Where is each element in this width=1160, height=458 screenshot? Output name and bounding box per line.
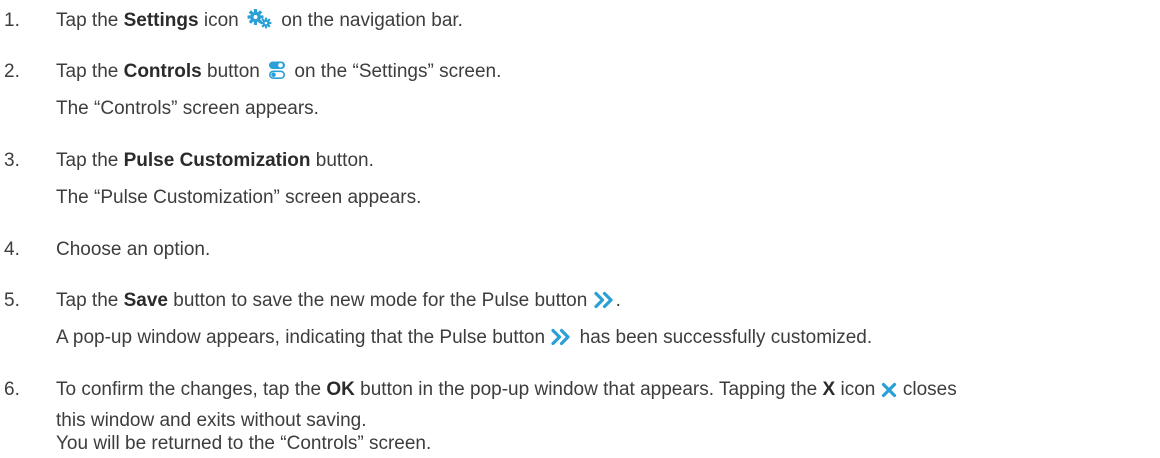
pulse-double-chevron-icon [550, 328, 572, 346]
step-number: 2. [4, 61, 20, 82]
controls-toggle-icon [268, 60, 286, 80]
ui-term-x: X [822, 379, 836, 400]
step-text: has been successfully customized. [574, 327, 873, 348]
step-text: on the navigation bar. [275, 10, 463, 31]
ui-term-controls: Controls [123, 61, 202, 82]
step-text: Tap the [56, 290, 124, 311]
step-line: Choose an option. [56, 239, 211, 260]
step-line: Tap the Save button to save the new mode… [56, 289, 621, 313]
step-number: 1. [4, 10, 20, 31]
step-line: Tap the Pulse Customization button. [56, 149, 374, 173]
step-line: The “Controls” screen appears. [56, 98, 319, 119]
step-text: button in the pop-up window that appears… [354, 379, 823, 400]
step-line: Tap the Settings icon on the navigation … [56, 9, 463, 33]
step-text: button [201, 61, 266, 82]
step-number: 4. [4, 239, 20, 260]
close-x-icon [881, 382, 897, 398]
step-line: The “Pulse Customization” screen appears… [56, 187, 422, 208]
step-text: Tap the [56, 10, 124, 31]
step-text: button. [310, 150, 374, 171]
step-text: icon [835, 379, 881, 400]
step-line: Tap the Controls button on the “Settings… [56, 60, 501, 84]
ui-term-pulse-customization: Pulse Customization [123, 150, 311, 171]
step-text: Tap the [56, 61, 124, 82]
step-number: 6. [4, 379, 20, 400]
step-text: . [615, 290, 621, 311]
step-line: A pop-up window appears, indicating that… [56, 326, 872, 350]
step-text: Tap the [56, 150, 124, 171]
step-number: 5. [4, 290, 20, 311]
step-line: You will be returned to the “Controls” s… [56, 433, 432, 454]
ui-term-save: Save [123, 290, 168, 311]
step-text: closes [897, 379, 957, 400]
step-text: on the “Settings” screen. [289, 61, 502, 82]
step-text: icon [198, 10, 244, 31]
ui-term-settings: Settings [123, 10, 199, 31]
step-text: A pop-up window appears, indicating that… [56, 327, 551, 348]
step-line: To confirm the changes, tap the OK butto… [56, 378, 957, 402]
ui-term-ok: OK [326, 379, 355, 400]
step-line: this window and exits without saving. [56, 410, 367, 431]
step-number: 3. [4, 150, 20, 171]
settings-gears-icon [247, 9, 273, 29]
pulse-double-chevron-icon [593, 291, 615, 309]
step-text: button to save the new mode for the Puls… [167, 290, 593, 311]
step-text: To confirm the changes, tap the [56, 379, 327, 400]
